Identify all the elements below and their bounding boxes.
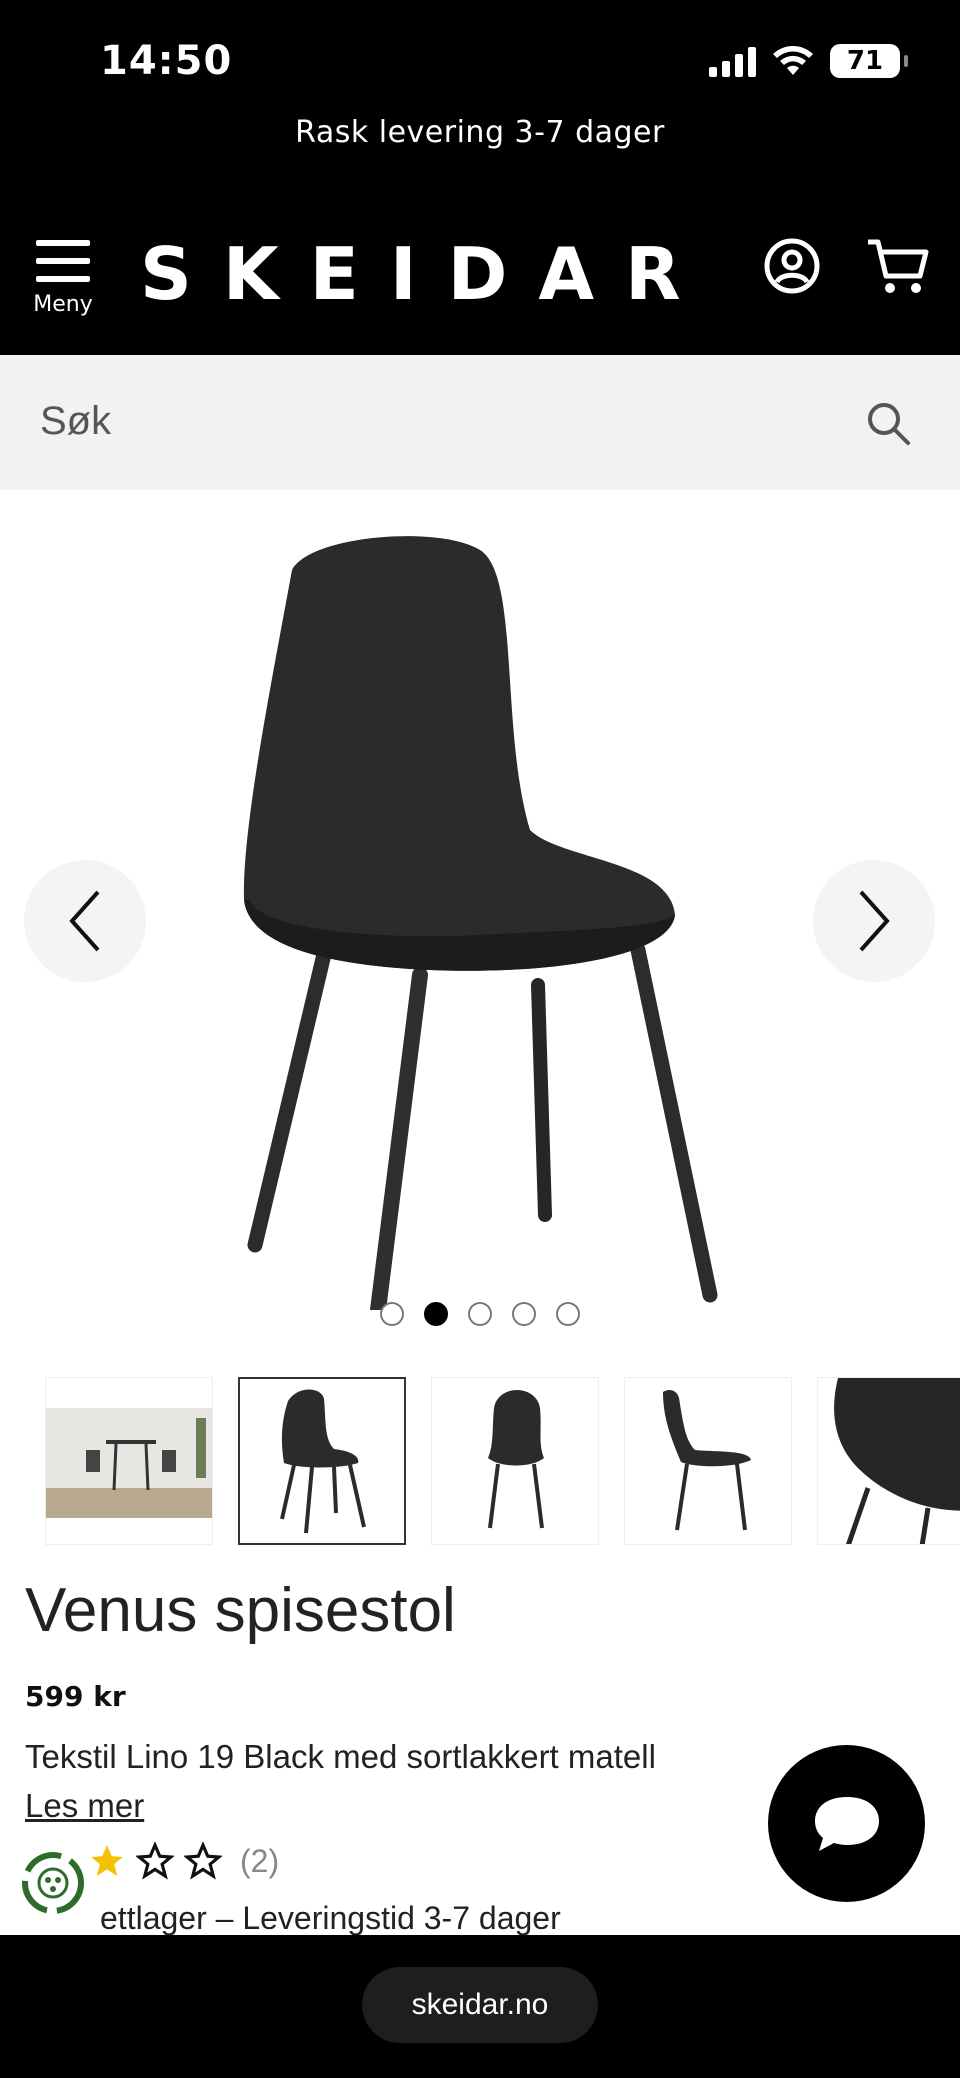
chevron-right-icon bbox=[859, 890, 890, 952]
status-icons: 71 bbox=[709, 44, 908, 78]
gallery-prev-button[interactable] bbox=[24, 860, 146, 982]
product-description: Tekstil Lino 19 Black med sortlakkert ma… bbox=[25, 1738, 656, 1775]
gallery-dot[interactable] bbox=[512, 1302, 536, 1326]
room-scene-image bbox=[46, 1408, 212, 1518]
gallery-dot[interactable] bbox=[424, 1302, 448, 1326]
search-bar bbox=[0, 355, 960, 490]
star-empty-icon bbox=[184, 1842, 222, 1880]
gallery-dot[interactable] bbox=[556, 1302, 580, 1326]
address-bar[interactable]: skeidar.no bbox=[362, 1967, 598, 2043]
eco-badge-icon[interactable] bbox=[18, 1848, 88, 1918]
brand-logo[interactable]: SKEIDAR bbox=[140, 232, 712, 316]
battery-icon: 71 bbox=[830, 44, 908, 78]
cellular-signal-icon bbox=[709, 45, 756, 77]
thumbnail-strip bbox=[45, 1377, 960, 1545]
battery-level: 71 bbox=[846, 46, 884, 76]
leaf-circle-icon bbox=[22, 1852, 84, 1914]
account-icon[interactable] bbox=[764, 238, 820, 294]
product-title: Venus spisestol bbox=[25, 1576, 456, 1645]
wifi-icon bbox=[773, 46, 813, 75]
chat-bubble-icon bbox=[814, 1796, 879, 1851]
chair-side-image bbox=[663, 1390, 751, 1531]
star-filled-icon bbox=[91, 1845, 123, 1877]
thumbnail-chair-side[interactable] bbox=[624, 1377, 792, 1545]
hamburger-icon bbox=[36, 240, 90, 282]
product-gallery bbox=[0, 490, 960, 1340]
chat-button[interactable] bbox=[768, 1745, 925, 1902]
menu-label: Meny bbox=[33, 292, 93, 317]
gallery-dot[interactable] bbox=[380, 1302, 404, 1326]
gallery-pagination bbox=[0, 1302, 960, 1326]
search-input[interactable] bbox=[40, 391, 820, 451]
stock-status: ettlager – Leveringstid 3-7 dager bbox=[100, 1900, 561, 1936]
product-image-chair[interactable] bbox=[230, 530, 730, 1310]
review-count: (2) bbox=[240, 1842, 280, 1879]
chair-detail-image bbox=[834, 1378, 960, 1544]
header-area: 14:50 71 Rask levering 3-7 dager Meny SK… bbox=[0, 0, 960, 355]
product-price: 599 kr bbox=[25, 1680, 126, 1713]
chair-front-image bbox=[488, 1390, 544, 1529]
cart-icon[interactable] bbox=[866, 236, 930, 296]
thumbnail-room-scene[interactable] bbox=[45, 1377, 213, 1545]
gallery-next-button[interactable] bbox=[813, 860, 935, 982]
gallery-dot[interactable] bbox=[468, 1302, 492, 1326]
menu-button[interactable]: Meny bbox=[28, 238, 98, 317]
search-icon[interactable] bbox=[865, 400, 911, 446]
product-rating[interactable]: (2) bbox=[88, 1842, 279, 1880]
thumbnail-chair-detail[interactable] bbox=[817, 1377, 960, 1545]
thumbnail-chair-front[interactable] bbox=[431, 1377, 599, 1545]
chair-angle-image bbox=[280, 1389, 366, 1534]
status-time: 14:50 bbox=[100, 38, 233, 84]
promo-banner[interactable]: Rask levering 3-7 dager bbox=[0, 115, 960, 150]
star-empty-icon bbox=[136, 1842, 174, 1880]
chevron-left-icon bbox=[69, 890, 100, 952]
read-more-link[interactable]: Les mer bbox=[25, 1787, 144, 1825]
thumbnail-chair-angle[interactable] bbox=[238, 1377, 406, 1545]
browser-bottom-bar: skeidar.no bbox=[0, 1935, 960, 2078]
